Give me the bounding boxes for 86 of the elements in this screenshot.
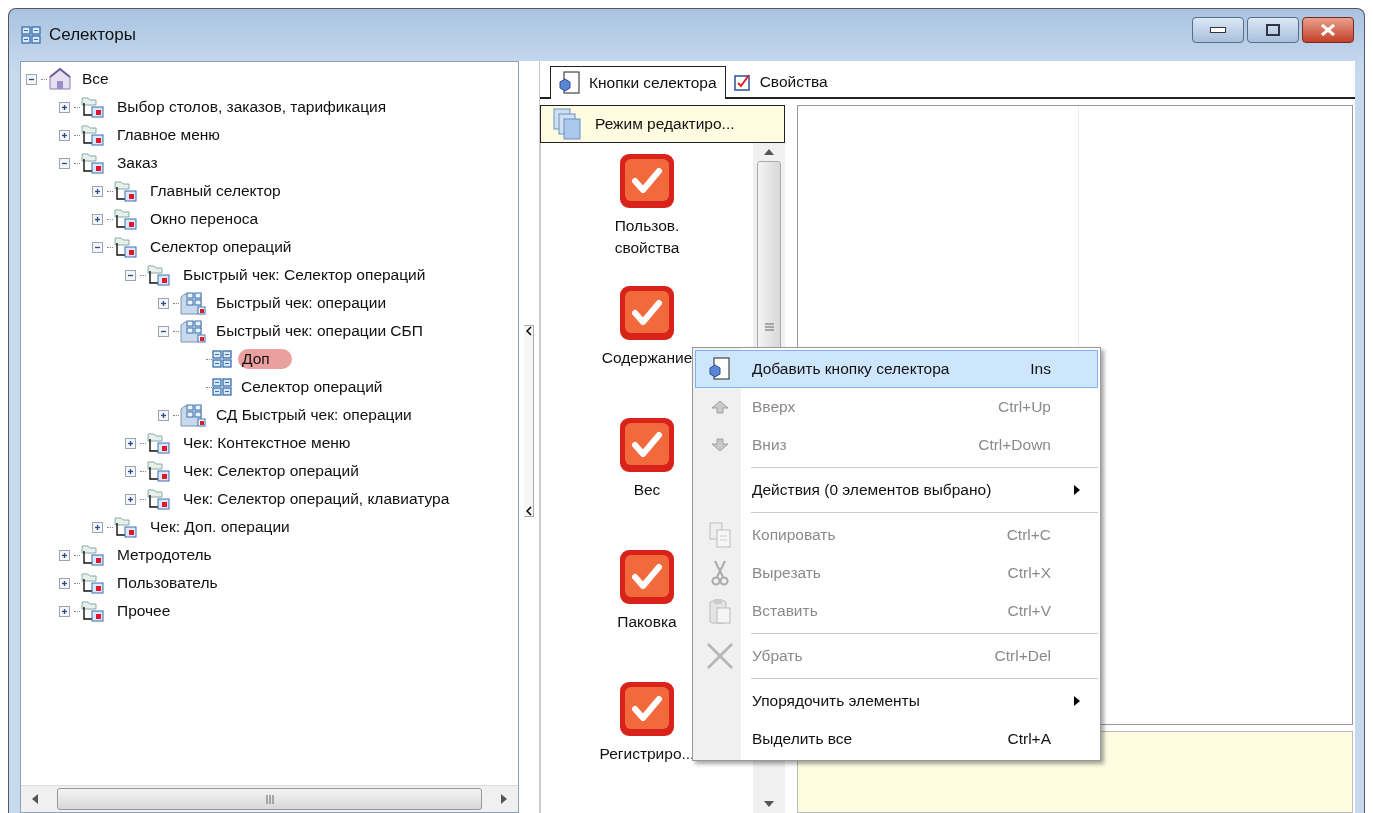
tree-item[interactable]: Метродотель <box>114 545 215 565</box>
checkmark-icon <box>619 549 675 605</box>
checkmark-icon <box>619 285 675 341</box>
minimize-button[interactable] <box>1192 17 1244 43</box>
expand-icon[interactable] <box>124 437 136 449</box>
expand-icon[interactable] <box>58 101 70 113</box>
tree-item[interactable]: Быстрый чек: операции СБП <box>213 321 426 341</box>
menu-item[interactable]: Упорядочить элементы <box>695 682 1098 720</box>
checkmark-icon <box>619 417 675 473</box>
checkbox-icon <box>733 73 752 91</box>
expand-icon[interactable] <box>58 549 70 561</box>
checkmark-icon <box>619 153 675 209</box>
tree-item[interactable]: Чек: Контекстное меню <box>180 433 354 453</box>
expand-icon[interactable] <box>58 577 70 589</box>
scroll-right-icon[interactable] <box>501 794 507 804</box>
expand-icon[interactable] <box>58 129 70 141</box>
window-title: Селекторы <box>49 25 137 45</box>
expand-icon[interactable] <box>124 493 136 505</box>
edit-mode-button[interactable]: Режим редактиро... <box>540 105 785 143</box>
expand-icon[interactable] <box>157 297 169 309</box>
menu-item[interactable]: Действия (0 элементов выбрано) <box>695 471 1098 509</box>
tree-item[interactable]: Доп <box>238 349 292 369</box>
collapse-left-icon[interactable] <box>525 326 532 336</box>
grid-icon <box>212 350 232 368</box>
expand-icon[interactable] <box>91 185 103 197</box>
up-arrow-icon <box>711 400 729 414</box>
selector-button[interactable]: Вес <box>619 417 675 549</box>
selector-button[interactable]: Пользов. свойства <box>592 153 702 285</box>
tree-item[interactable]: Пользователь <box>114 573 221 593</box>
close-icon <box>1320 24 1336 36</box>
tree-item[interactable]: Окно переноса <box>147 209 262 229</box>
scroll-up-icon[interactable] <box>764 149 774 155</box>
maximize-icon <box>1266 24 1280 36</box>
tree-item[interactable]: Быстрый чек: операции <box>213 293 390 313</box>
expand-icon[interactable] <box>91 521 103 533</box>
expand-icon[interactable] <box>157 409 169 421</box>
collapse-left-icon[interactable] <box>525 506 532 516</box>
scroll-left-icon[interactable] <box>32 794 38 804</box>
page-cube-icon <box>709 357 731 381</box>
menu-item[interactable]: Добавить кнопку селектора Ins <box>695 350 1098 388</box>
tree-item[interactable]: Главное меню <box>114 125 223 145</box>
folder-icon <box>179 319 207 343</box>
pages-icon <box>553 108 583 140</box>
tree-item[interactable]: Чек: Селектор операций <box>180 461 362 481</box>
tree-item[interactable]: Чек: Доп. операции <box>147 517 293 537</box>
collapse-icon[interactable] <box>91 241 103 253</box>
collapse-icon[interactable] <box>58 157 70 169</box>
expand-icon[interactable] <box>58 605 70 617</box>
folder-icon <box>179 291 207 315</box>
clipboard-icon <box>709 598 731 624</box>
folder-icon <box>179 403 207 427</box>
down-arrow-icon <box>711 438 729 452</box>
grid-icon <box>212 378 232 396</box>
tree-item[interactable]: Главный селектор <box>147 181 284 201</box>
copy-icon <box>709 522 731 548</box>
selector-button[interactable]: Регистриро... <box>599 681 695 813</box>
checkmark-icon <box>619 681 675 737</box>
selector-button[interactable]: Паковка <box>617 549 677 681</box>
tab[interactable]: Кнопки селектора <box>550 66 726 99</box>
collapse-icon[interactable] <box>124 269 136 281</box>
cross-icon <box>706 642 734 670</box>
house-icon <box>47 66 73 92</box>
tree-item[interactable]: Все <box>79 69 112 89</box>
collapse-icon[interactable] <box>25 73 37 85</box>
tree-item[interactable]: Быстрый чек: Селектор операций <box>180 265 429 285</box>
minimize-icon <box>1210 27 1226 33</box>
tree-item[interactable]: Выбор столов, заказов, тарификация <box>114 97 390 117</box>
selector-button[interactable]: Содержание <box>601 285 693 417</box>
maximize-button[interactable] <box>1247 17 1299 43</box>
menu-item[interactable]: Выделить все Ctrl+A <box>695 720 1098 758</box>
page-cube-icon <box>559 71 581 95</box>
tree-item[interactable]: Селектор операций <box>147 237 295 257</box>
scissors-icon <box>711 560 729 586</box>
tree-item[interactable]: Чек: Селектор операций, клавиатура <box>180 489 453 509</box>
tab[interactable]: Свойства <box>725 67 836 97</box>
tree-item[interactable]: Заказ <box>114 153 161 173</box>
scrollbar-thumb[interactable] <box>57 788 482 810</box>
collapse-icon[interactable] <box>157 325 169 337</box>
expand-icon[interactable] <box>91 213 103 225</box>
expand-icon[interactable] <box>124 465 136 477</box>
app-icon <box>21 26 41 44</box>
close-button[interactable] <box>1302 17 1354 43</box>
tree-item[interactable]: Прочее <box>114 601 174 621</box>
tree-item[interactable]: СД Быстрый чек: операции <box>213 405 415 425</box>
scroll-down-icon[interactable] <box>764 801 774 807</box>
tree-item[interactable]: Селектор операций <box>238 377 386 397</box>
